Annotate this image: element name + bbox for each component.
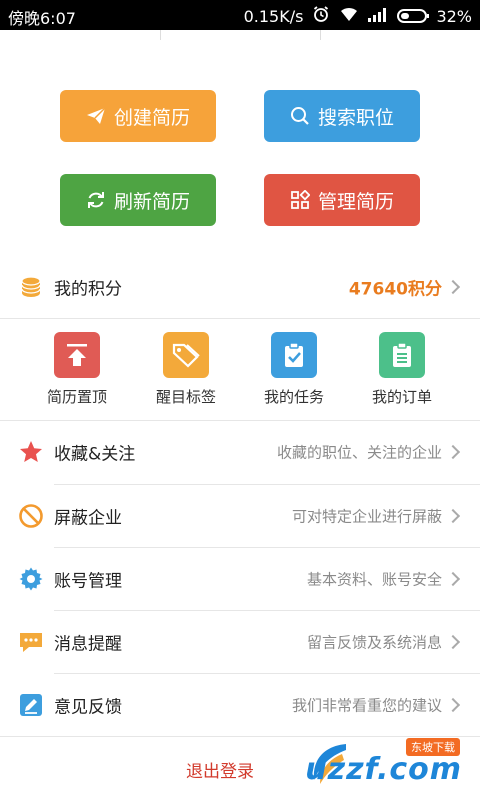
order-list-icon bbox=[379, 332, 425, 378]
refresh-resume-button[interactable]: 刷新简历 bbox=[60, 174, 216, 226]
status-time: 傍晚6:07 bbox=[8, 9, 76, 28]
upload-top-icon bbox=[54, 332, 100, 378]
refresh-resume-label: 刷新简历 bbox=[113, 190, 190, 213]
grid-item-highlight-tag[interactable]: 醒目标签 bbox=[141, 332, 231, 407]
grid-label: 我的订单 bbox=[371, 388, 432, 406]
coins-icon bbox=[18, 274, 44, 300]
grid-item-my-tasks[interactable]: 我的任务 bbox=[249, 332, 339, 407]
menu-desc: 我们非常看重您的建议 bbox=[291, 696, 442, 715]
manage-resume-button[interactable]: 管理简历 bbox=[264, 174, 420, 226]
grid-label: 简历置顶 bbox=[46, 388, 107, 406]
chevron-right-icon bbox=[445, 444, 461, 460]
menu-item-favorites[interactable]: 收藏&关注 收藏的职位、关注的企业 bbox=[0, 421, 480, 483]
clipboard-check-icon bbox=[271, 332, 317, 378]
watermark-text: uzzf.com bbox=[305, 752, 462, 787]
chevron-right-icon bbox=[445, 697, 461, 713]
create-resume-button[interactable]: 创建简历 bbox=[60, 90, 216, 142]
chevron-right-icon bbox=[445, 571, 461, 587]
tag-icon bbox=[163, 332, 209, 378]
block-icon bbox=[18, 503, 44, 529]
menu-desc: 收藏的职位、关注的企业 bbox=[276, 443, 442, 462]
grid-item-my-orders[interactable]: 我的订单 bbox=[357, 332, 447, 407]
status-bar: 傍晚6:07 0.15K/s 32% bbox=[0, 0, 480, 30]
refresh-icon bbox=[86, 190, 106, 210]
menu-label: 消息提醒 bbox=[54, 634, 122, 655]
watermark-logo: 东坡下载 uzzf.com bbox=[302, 734, 472, 792]
tab-divider bbox=[320, 30, 321, 40]
star-icon bbox=[18, 439, 44, 465]
menu-desc: 基本资料、账号安全 bbox=[306, 570, 442, 589]
menu-label: 屏蔽企业 bbox=[54, 508, 122, 529]
edit-pencil-icon bbox=[18, 692, 44, 718]
gear-icon bbox=[18, 566, 44, 592]
points-label: 我的积分 bbox=[54, 279, 122, 300]
menu-item-messages[interactable]: 消息提醒 留言反馈及系统消息 bbox=[0, 611, 480, 673]
menu-desc: 留言反馈及系统消息 bbox=[306, 633, 442, 652]
grid-icon bbox=[290, 190, 310, 210]
chat-bubble-icon bbox=[18, 629, 44, 655]
menu-item-account[interactable]: 账号管理 基本资料、账号安全 bbox=[0, 548, 480, 610]
logout-label: 退出登录 bbox=[186, 762, 254, 782]
network-speed: 0.15K/s bbox=[243, 6, 304, 26]
menu-label: 账号管理 bbox=[54, 571, 122, 592]
battery-icon bbox=[397, 9, 430, 23]
manage-resume-label: 管理简历 bbox=[317, 190, 394, 213]
grid-item-resume-top[interactable]: 简历置顶 bbox=[32, 332, 122, 407]
divider bbox=[0, 318, 480, 319]
tab-divider bbox=[160, 30, 161, 40]
battery-percent: 32% bbox=[436, 6, 472, 26]
menu-desc: 可对特定企业进行屏蔽 bbox=[291, 507, 442, 526]
grid-label: 我的任务 bbox=[263, 388, 324, 406]
chevron-right-icon bbox=[445, 279, 461, 295]
wifi-icon bbox=[339, 6, 359, 26]
signal-icon bbox=[368, 7, 388, 26]
menu-item-feedback[interactable]: 意见反馈 我们非常看重您的建议 bbox=[0, 674, 480, 736]
status-right: 0.15K/s 32% bbox=[244, 5, 472, 27]
search-icon bbox=[290, 106, 310, 126]
points-value: 47640积分 bbox=[348, 279, 442, 300]
paper-plane-icon bbox=[86, 107, 106, 125]
chevron-right-icon bbox=[445, 508, 461, 524]
search-jobs-label: 搜索职位 bbox=[317, 106, 394, 129]
grid-label: 醒目标签 bbox=[155, 388, 216, 406]
menu-label: 收藏&关注 bbox=[54, 444, 136, 465]
chevron-right-icon bbox=[445, 634, 461, 650]
alarm-icon bbox=[312, 5, 330, 27]
points-row[interactable]: 我的积分 47640积分 bbox=[0, 256, 480, 318]
create-resume-label: 创建简历 bbox=[113, 106, 190, 129]
search-jobs-button[interactable]: 搜索职位 bbox=[264, 90, 420, 142]
menu-item-block-company[interactable]: 屏蔽企业 可对特定企业进行屏蔽 bbox=[0, 485, 480, 547]
menu-label: 意见反馈 bbox=[54, 697, 122, 718]
